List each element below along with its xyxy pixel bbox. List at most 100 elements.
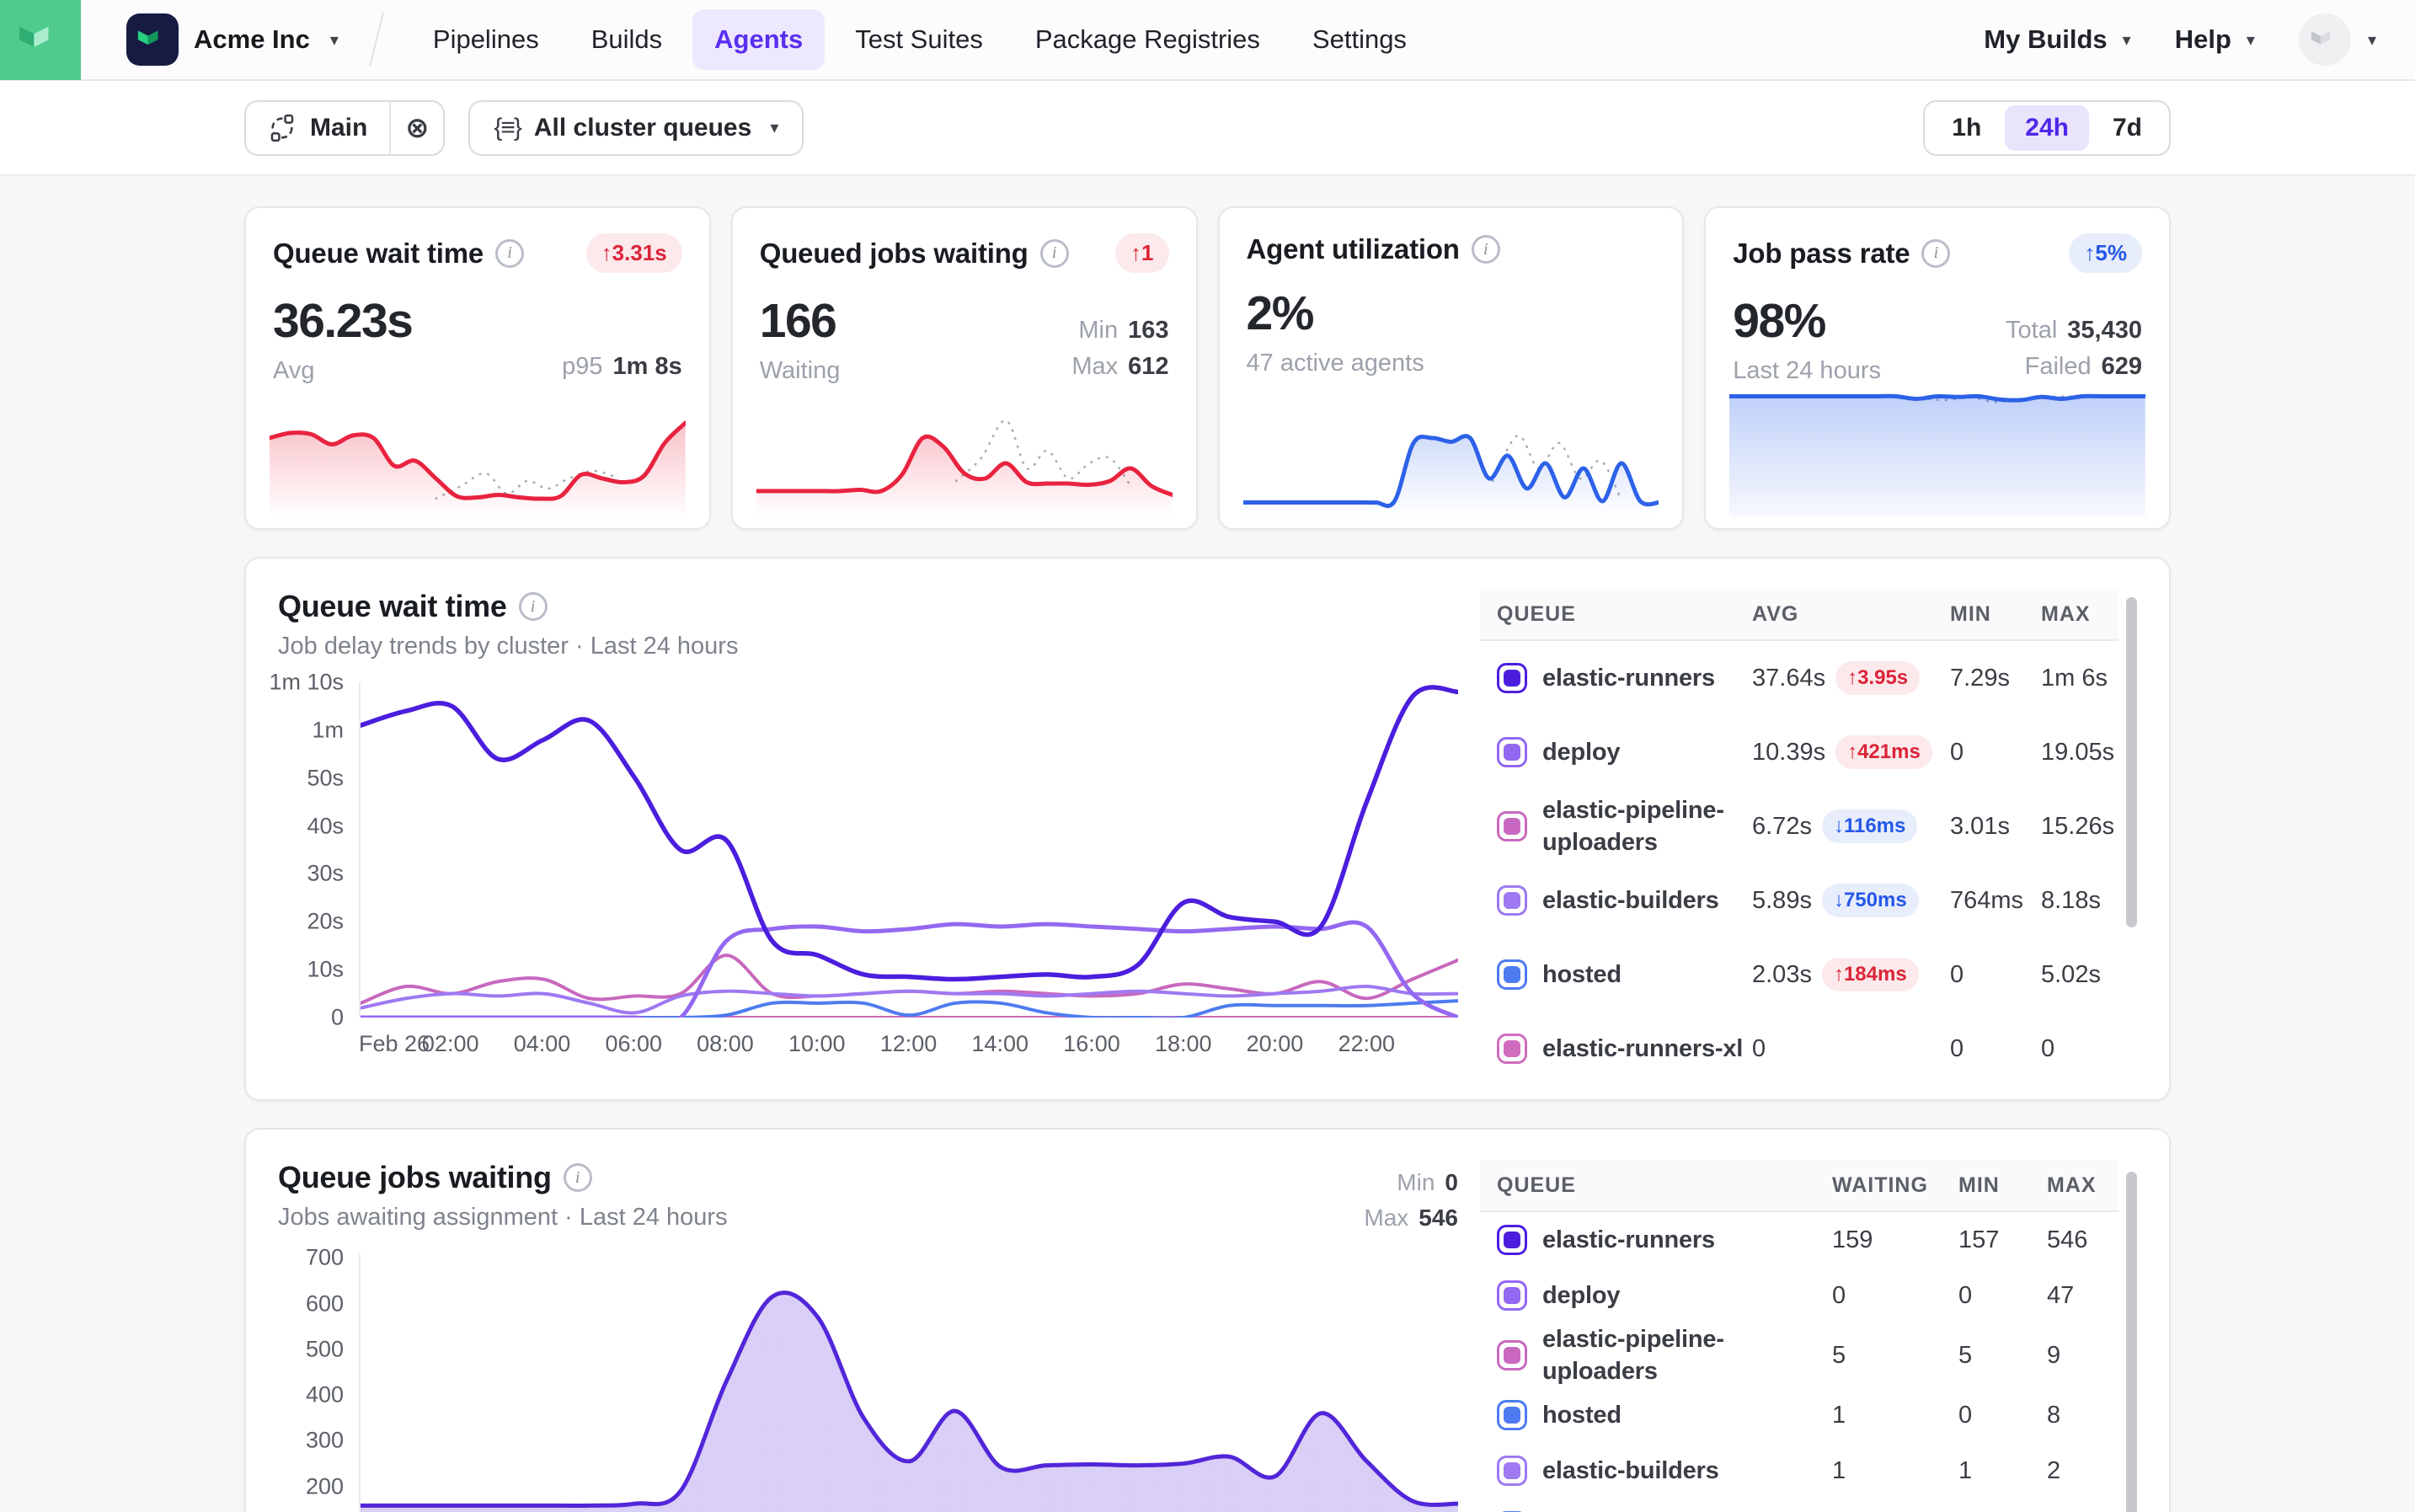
metric-card-agent-utilization: Agent utilization i 2% 47 active agents [1218, 206, 1685, 530]
metric-card-queue-wait-time: Queue wait time i ↑3.31s 36.23s Avg p951… [244, 206, 711, 530]
card-sublabel: Avg [273, 357, 412, 385]
org-switcher[interactable]: Acme Inc ▾ [126, 13, 339, 66]
clear-cluster-filter-button[interactable]: ⊗ [389, 102, 443, 154]
y-tick-label: 30s [307, 861, 344, 887]
avatar [2299, 13, 2351, 66]
stat-value: 35,430 [2067, 317, 2142, 344]
y-tick-label: 20s [307, 909, 344, 935]
max-value: 8 [2047, 1402, 2118, 1429]
sparkline-agent-utilization [1243, 390, 1659, 516]
max-value: 8.18s [2041, 887, 2118, 915]
queue-name: elastic-pipeline-uploaders [1542, 794, 1752, 858]
info-icon[interactable]: i [1472, 235, 1500, 264]
nav-tab[interactable]: Package Registries [1013, 9, 1282, 70]
chart-min-max: Min0 Max546 [1364, 1165, 1458, 1236]
nav-tab[interactable]: Builds [569, 9, 684, 70]
stat-label: Max [1071, 353, 1118, 380]
org-name: Acme Inc [194, 24, 310, 55]
table-row[interactable]: elastic-runners 37.64s ↑3.95s 7.29s 1m 6… [1480, 641, 2118, 715]
stat-label: Failed [2025, 353, 2092, 380]
max-label: Max [1364, 1205, 1408, 1231]
nav-tab[interactable]: Pipelines [411, 9, 561, 70]
primary-nav: PipelinesBuildsAgentsTest SuitesPackage … [411, 9, 1429, 70]
queue-color-swatch [1497, 663, 1527, 693]
card-value: 2% [1247, 286, 1424, 341]
table-row[interactable]: deploy 0 0 47 [1480, 1268, 2118, 1323]
min-value: 0 [1950, 1035, 2041, 1063]
cluster-filter-label: Main [310, 114, 367, 142]
stat-label: p95 [562, 353, 602, 380]
info-icon[interactable]: i [495, 239, 524, 268]
min-value: 157 [1958, 1226, 2047, 1254]
column-header-queue: QUEUE [1480, 602, 1752, 627]
user-menu[interactable]: ▾ [2299, 13, 2376, 66]
table-scrollbar[interactable] [2126, 597, 2137, 927]
time-range-option[interactable]: 1h [1931, 105, 2001, 151]
info-icon[interactable]: i [1921, 239, 1950, 268]
card-stats: Total35,430 Failed629 [2006, 313, 2142, 385]
table-row[interactable]: elastic-pipeline-uploaders 5 5 9 [1480, 1323, 2118, 1387]
table-row[interactable]: elastic-runners 159 157 546 [1480, 1212, 2118, 1268]
queue-name: elastic-builders [1542, 1455, 1719, 1487]
queue-jobs-waiting-section: Min0 Max546 Queue jobs waiting i Jobs aw… [244, 1128, 2171, 1512]
table-row[interactable]: hosted 1 0 8 [1480, 1387, 2118, 1443]
info-icon[interactable]: i [564, 1163, 592, 1192]
time-range-option[interactable]: 24h [2005, 105, 2089, 151]
table-header: QUEUE WAITING MIN MAX [1480, 1160, 2118, 1212]
sparkline-queue-wait [270, 390, 686, 516]
avg-value: 10.39s [1752, 739, 1825, 767]
metric-card-job-pass-rate: Job pass rate i ↑5% 98% Last 24 hours To… [1704, 206, 2171, 530]
table-row[interactable]: hosted 2.03s ↑184ms 0 5.02s [1480, 938, 2118, 1012]
nav-tab[interactable]: Test Suites [833, 9, 1005, 70]
table-row[interactable]: elastic-runners-xl 0 0 0 [1480, 1012, 2118, 1086]
queue-color-swatch [1497, 1225, 1527, 1255]
max-value: 9 [2047, 1342, 2118, 1370]
metric-cards: Queue wait time i ↑3.31s 36.23s Avg p951… [244, 206, 2171, 530]
my-builds-menu[interactable]: My Builds ▾ [1984, 24, 2130, 55]
stat-value: 629 [2102, 353, 2142, 380]
queue-wait-chart[interactable] [359, 682, 1458, 1018]
info-icon[interactable]: i [1040, 239, 1069, 268]
queue-jobs-chart[interactable] [359, 1253, 1458, 1512]
column-header-avg: AVG [1752, 602, 1950, 627]
table-row[interactable]: elastic-builders 5.89s ↓750ms 764ms 8.18… [1480, 863, 2118, 938]
table-row[interactable]: elastic-builders 1 1 2 [1480, 1443, 2118, 1499]
card-title: Agent utilization [1247, 233, 1460, 265]
max-value: 1m 6s [2041, 665, 2118, 692]
trend-badge: ↑1 [1115, 233, 1168, 273]
chevron-down-icon: ▾ [330, 29, 339, 51]
queue-color-swatch [1497, 885, 1527, 916]
queue-color-swatch [1497, 1400, 1527, 1430]
nav-tab[interactable]: Agents [692, 9, 825, 70]
delta-badge: ↑3.95s [1835, 661, 1920, 695]
queue-name: elastic-runners-xl [1542, 1033, 1743, 1065]
max-value: 546 [1419, 1205, 1458, 1231]
y-tick-label: 200 [306, 1473, 344, 1499]
queue-color-swatch [1497, 811, 1527, 841]
org-avatar [126, 13, 179, 66]
x-tick-label: 16:00 [1063, 1031, 1120, 1057]
y-tick-label: 600 [306, 1290, 344, 1317]
help-menu[interactable]: Help ▾ [2175, 24, 2255, 55]
x-tick-label: 08:00 [697, 1031, 754, 1057]
nav-right: My Builds ▾ Help ▾ ▾ [1984, 13, 2376, 66]
time-range-selector: 1h24h7d [1923, 100, 2171, 156]
cluster-filter[interactable]: Main [246, 102, 389, 154]
queues-dropdown-label: All cluster queues [534, 114, 751, 142]
buildkite-logo[interactable] [0, 0, 81, 80]
info-icon[interactable]: i [519, 592, 548, 621]
card-value: 98% [1733, 293, 1881, 349]
card-title: Queue wait time [273, 238, 484, 270]
table-scrollbar[interactable] [2126, 1172, 2137, 1512]
table-row[interactable]: deploy 10.39s ↑421ms 0 19.05s [1480, 715, 2118, 789]
min-value: 1 [1958, 1457, 2047, 1485]
table-rows: elastic-runners 37.64s ↑3.95s 7.29s 1m 6… [1480, 641, 2118, 1086]
table-row[interactable]: windows 0 0 0 [1480, 1499, 2118, 1512]
time-range-option[interactable]: 7d [2092, 105, 2162, 151]
queues-dropdown[interactable]: {≡} All cluster queues ▾ [468, 100, 804, 156]
nav-tab[interactable]: Settings [1290, 9, 1429, 70]
table-row[interactable]: elastic-pipeline-uploaders 6.72s ↓116ms … [1480, 789, 2118, 863]
column-header-queue: QUEUE [1480, 1173, 1832, 1198]
nav-divider [369, 13, 384, 67]
queue-name: elastic-builders [1542, 884, 1719, 916]
